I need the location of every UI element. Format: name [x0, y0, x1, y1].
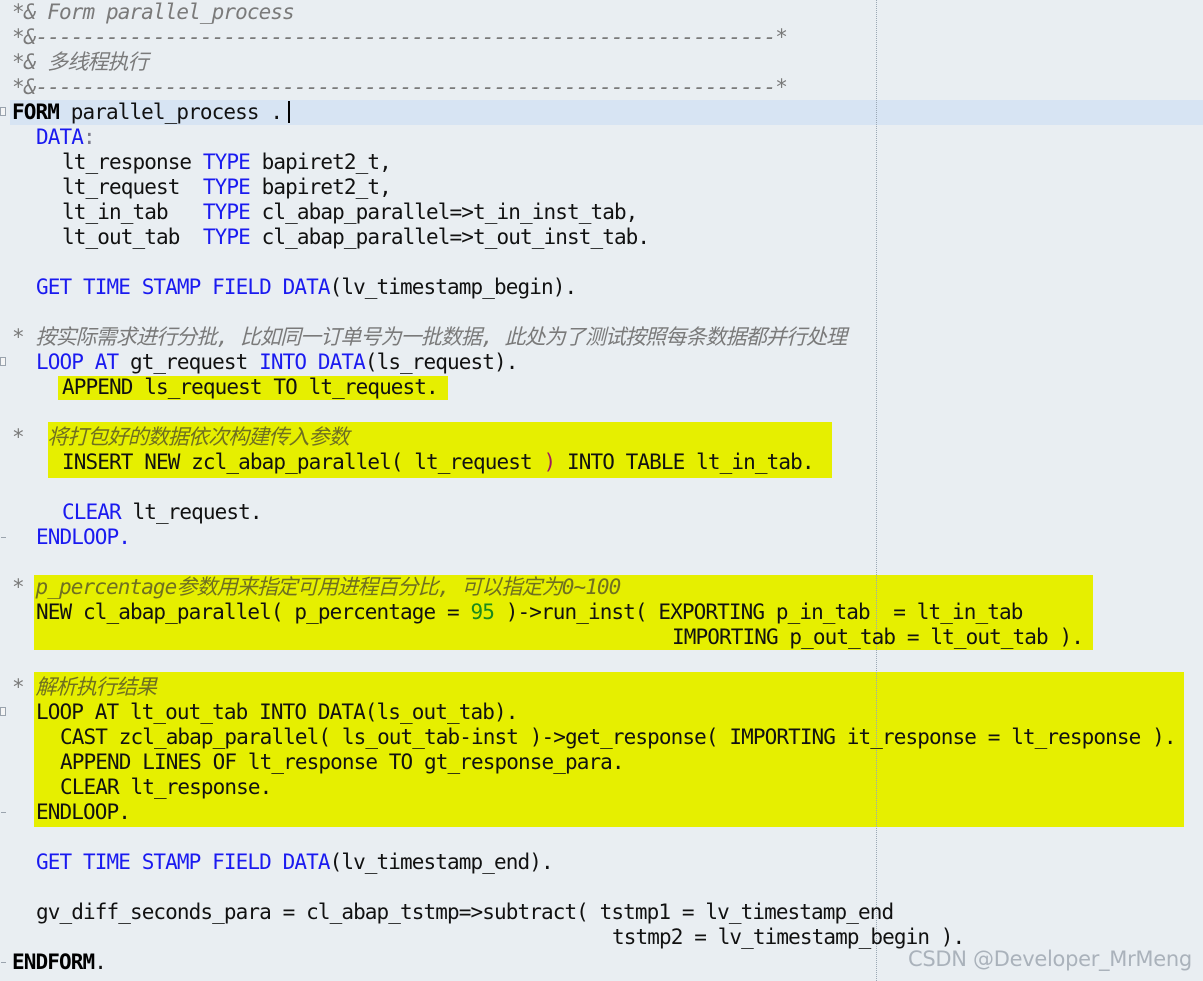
comment-marker: * [12, 675, 36, 699]
code-line[interactable]: lt_request TYPE bapiret2_t, [62, 175, 392, 200]
code-line[interactable]: *& Form parallel_process [12, 0, 295, 25]
code-text: bapiret2_t, [249, 175, 392, 199]
keyword: TYPE [202, 150, 251, 174]
code-line[interactable]: APPEND ls_request TO lt_request. [62, 375, 439, 400]
print-margin-line [876, 0, 877, 981]
code-line[interactable]: CLEAR lt_request. [62, 500, 263, 525]
code-text: (ls_request). [364, 350, 519, 374]
code-text: bapiret2_t, [249, 150, 392, 174]
comment-marker: * [12, 425, 48, 449]
fold-end-marker [1, 962, 6, 963]
code-line[interactable]: CAST zcl_abap_parallel( ls_out_tab-inst … [60, 725, 1176, 750]
keyword: GET TIME STAMP FIELD DATA [36, 275, 330, 299]
code-line[interactable]: IMPORTING p_out_tab = lt_out_tab ). [672, 625, 1084, 650]
code-line[interactable]: gv_diff_seconds_para = cl_abap_tstmp=>su… [36, 900, 894, 925]
fold-toggle-icon[interactable] [0, 357, 6, 366]
keyword: GET TIME STAMP FIELD DATA [36, 850, 330, 874]
keyword: FORM [12, 100, 60, 124]
code-line[interactable]: CLEAR lt_response. [60, 775, 272, 800]
code-text: parallel_process . [58, 100, 283, 124]
code-text: . [94, 950, 107, 974]
code-line[interactable]: *&--------------------------------------… [12, 25, 788, 50]
code-line[interactable]: lt_out_tab TYPE cl_abap_parallel=>t_out_… [62, 225, 650, 250]
code-line[interactable]: GET TIME STAMP FIELD DATA(lv_timestamp_b… [36, 275, 578, 300]
fold-end-marker [1, 812, 6, 813]
code-line[interactable]: INSERT NEW zcl_abap_parallel( lt_request… [62, 450, 814, 475]
fold-toggle-icon[interactable] [0, 707, 6, 716]
code-text: (lv_timestamp_begin). [329, 275, 578, 299]
code-line[interactable]: LOOP AT gt_request INTO DATA(ls_request)… [36, 350, 518, 375]
code-text: lt_out_tab [62, 225, 203, 249]
code-line[interactable]: ENDFORM. [12, 950, 107, 975]
keyword: DATA [36, 125, 84, 149]
comment-line[interactable]: * 按实际需求进行分批, 比如同一订单号为一批数据, 此处为了测试按照每条数据都… [12, 325, 847, 350]
keyword: ENDFORM [12, 950, 95, 974]
code-text: NEW cl_abap_parallel( p_percentage = [36, 600, 471, 624]
keyword: TYPE [202, 200, 251, 224]
code-line[interactable]: APPEND LINES OF lt_response TO gt_respon… [60, 750, 625, 775]
text-cursor [288, 101, 290, 123]
code-line[interactable]: FORM parallel_process . [12, 100, 283, 125]
keyword: CLEAR [62, 500, 122, 524]
keyword: TYPE [202, 175, 251, 199]
fold-toggle-icon[interactable] [0, 107, 6, 116]
comment-text: 将打包好的数据依次构建传入参数 [47, 425, 349, 449]
fold-end-marker [1, 537, 6, 538]
code-text: lt_in_tab [62, 200, 203, 224]
keyword: TYPE [202, 225, 251, 249]
code-text: INTO TABLE lt_in_tab. [555, 450, 815, 474]
comment-text: 解析执行结果 [35, 675, 158, 699]
abap-code-editor[interactable]: *& Form parallel_process *&-------------… [0, 0, 1203, 981]
code-text: INSERT NEW zcl_abap_parallel( lt_request [62, 450, 544, 474]
code-text: ) [543, 450, 556, 474]
code-line[interactable]: ENDLOOP. [36, 525, 131, 550]
code-text: lt_request. [120, 500, 262, 524]
code-text: )->run_inst( EXPORTING p_in_tab = lt_in_… [494, 600, 1024, 624]
code-line[interactable]: NEW cl_abap_parallel( p_percentage = 95 … [36, 600, 1024, 625]
code-text: gt_request [118, 350, 260, 374]
comment-line[interactable]: * p_percentage参数用来指定可用进程百分比, 可以指定为0~100 [12, 575, 696, 600]
code-text: : [82, 125, 96, 149]
code-line[interactable]: lt_response TYPE bapiret2_t, [62, 150, 392, 175]
code-text: cl_abap_parallel=>t_in_inst_tab, [249, 200, 639, 224]
comment-line[interactable]: * 将打包好的数据依次构建传入参数 [12, 425, 350, 450]
watermark: CSDN @Developer_MrMeng [908, 947, 1192, 971]
code-text: lt_response [62, 150, 203, 174]
code-line[interactable]: LOOP AT lt_out_tab INTO DATA(ls_out_tab)… [36, 700, 518, 725]
code-text: (lv_timestamp_end). [329, 850, 554, 874]
code-text: cl_abap_parallel=>t_out_inst_tab. [249, 225, 650, 249]
comment-text: p_percentage参数用来指定可用进程百分比, 可以指定为0~100 [35, 575, 622, 599]
code-line[interactable]: *& 多线程执行 [12, 50, 149, 75]
comment-marker: * [12, 575, 36, 599]
code-line[interactable]: *&--------------------------------------… [12, 75, 788, 100]
code-line[interactable]: GET TIME STAMP FIELD DATA(lv_timestamp_e… [36, 850, 554, 875]
number-literal: 95 [470, 600, 495, 624]
code-text: lt_request [62, 175, 203, 199]
code-line[interactable]: lt_in_tab TYPE cl_abap_parallel=>t_in_in… [62, 200, 639, 225]
keyword: INTO DATA [259, 350, 366, 374]
code-line[interactable]: ENDLOOP. [36, 800, 131, 825]
keyword: LOOP AT [36, 350, 119, 374]
code-line[interactable]: DATA: [36, 125, 96, 150]
comment-line[interactable]: * 解析执行结果 [12, 675, 158, 700]
